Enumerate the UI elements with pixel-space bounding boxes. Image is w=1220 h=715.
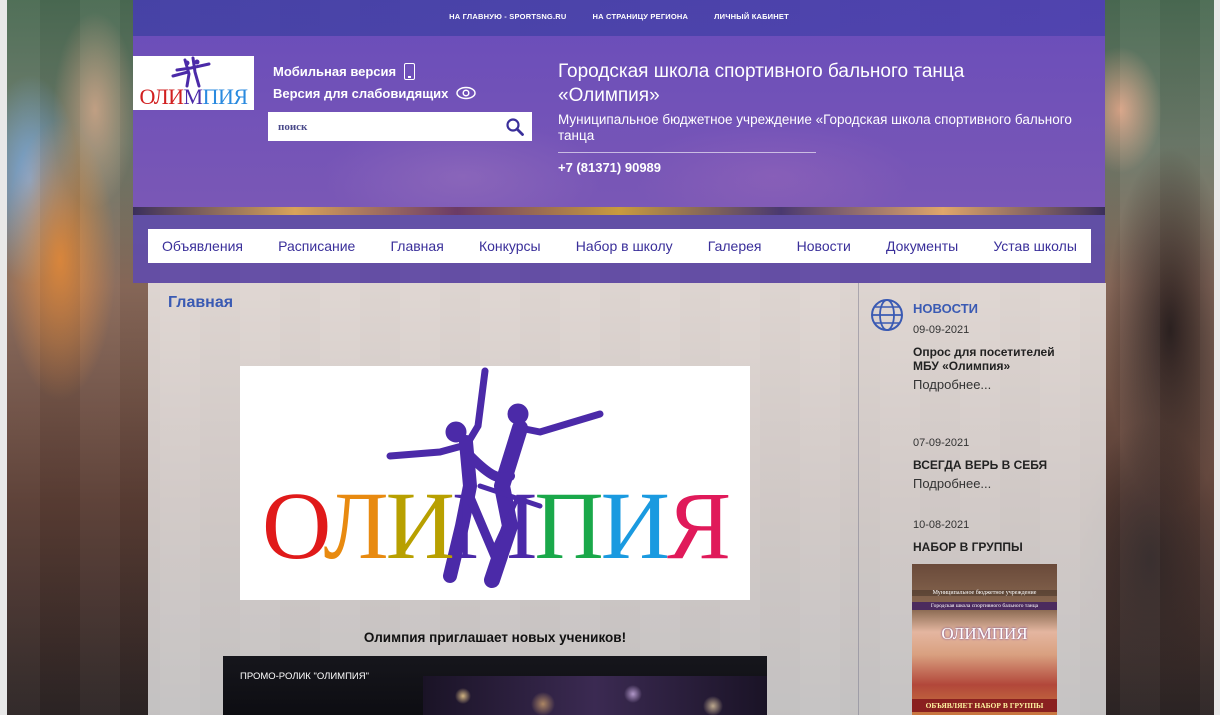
low-vision-link[interactable]: Версия для слабовидящих bbox=[273, 82, 477, 104]
nav-item-enrollment[interactable]: Набор в школу bbox=[576, 238, 673, 254]
news-title[interactable]: ВСЕГДА ВЕРЬ В СЕБЯ bbox=[913, 458, 1063, 472]
window-border-right bbox=[1214, 0, 1220, 715]
news-date: 10-08-2021 bbox=[913, 519, 970, 531]
promo-video-player[interactable]: ПРОМО-РОЛИК "ОЛИМПИЯ" bbox=[223, 656, 767, 715]
mobile-version-label: Мобильная версия bbox=[273, 63, 397, 79]
eye-icon bbox=[456, 86, 477, 100]
thumb-logo: ОЛИМПИЯ bbox=[941, 624, 1028, 643]
main-logo-image: ОЛИМПИЯ bbox=[240, 366, 750, 600]
globe-icon bbox=[871, 299, 903, 331]
nav-item-documents[interactable]: Документы bbox=[886, 238, 958, 254]
nav-item-schedule[interactable]: Расписание bbox=[278, 238, 355, 254]
header-decor-strip bbox=[133, 207, 1105, 215]
top-links-bar: НА ГЛАВНУЮ - SPORTSNG.RU НА СТРАНИЦУ РЕГ… bbox=[133, 0, 1105, 36]
nav-item-competitions[interactable]: Конкурсы bbox=[479, 238, 541, 254]
title-divider bbox=[558, 152, 816, 153]
news-title[interactable]: НАБОР В ГРУППЫ bbox=[913, 540, 1063, 554]
mobile-version-link[interactable]: Мобильная версия bbox=[273, 60, 476, 82]
nav-item-home[interactable]: Главная bbox=[390, 238, 443, 254]
nav-item-gallery[interactable]: Галерея bbox=[708, 238, 762, 254]
news-date: 07-09-2021 bbox=[913, 437, 970, 449]
thumb-caption-bottom: ОБЪЯВЛЯЕТ НАБОР В ГРУППЫ bbox=[912, 699, 1057, 712]
video-thumbnail bbox=[423, 676, 767, 715]
thumb-caption-mid: Городская школа спортивного бального тан… bbox=[912, 602, 1057, 610]
invite-caption: Олимпия приглашает новых учеников! bbox=[363, 630, 627, 645]
site-subtitle: Муниципальное бюджетное учреждение «Горо… bbox=[558, 112, 1072, 143]
thumb-caption-top: Муниципальное бюджетное учреждение bbox=[912, 590, 1057, 596]
news-date: 09-09-2021 bbox=[913, 324, 970, 336]
news-more-link[interactable]: Подробнее... bbox=[913, 377, 1063, 392]
search-button[interactable] bbox=[498, 112, 532, 141]
phone-number[interactable]: +7 (81371) 90989 bbox=[558, 160, 1088, 175]
main-logo-wordmark: ОЛИМПИЯ bbox=[261, 472, 731, 579]
video-title: ПРОМО-РОЛИК "ОЛИМПИЯ" bbox=[240, 671, 369, 682]
site-logo[interactable]: ОЛИМПИЯ bbox=[133, 56, 254, 110]
news-more-link[interactable]: Подробнее... bbox=[913, 476, 1063, 491]
news-item: 10-08-2021 НАБОР В ГРУППЫ bbox=[913, 519, 1063, 554]
site-title-line1: Городская школа спортивного бального тан… bbox=[558, 61, 965, 82]
site-title-line2: «Олимпия» bbox=[558, 85, 660, 106]
low-vision-label: Версия для слабовидящих bbox=[273, 85, 449, 101]
nav-item-news[interactable]: Новости bbox=[797, 238, 851, 254]
page-title: Главная bbox=[168, 294, 234, 311]
news-heading[interactable]: НОВОСТИ bbox=[913, 301, 978, 316]
mobile-phone-icon bbox=[404, 62, 416, 80]
link-personal-cabinet[interactable]: ЛИЧНЫЙ КАБИНЕТ bbox=[714, 12, 789, 21]
search-icon bbox=[506, 117, 524, 136]
main-nav: Объявления Расписание Главная Конкурсы Н… bbox=[148, 229, 1091, 263]
accessibility-links: Мобильная версия Версия для слабовидящих bbox=[273, 60, 477, 104]
window-border-left bbox=[0, 0, 7, 715]
link-sportsng-home[interactable]: НА ГЛАВНУЮ - SPORTSNG.RU bbox=[449, 12, 566, 21]
search-input[interactable] bbox=[268, 111, 498, 142]
news-item: 07-09-2021 ВСЕГДА ВЕРЬ В СЕБЯ Подробнее.… bbox=[913, 437, 1063, 491]
news-thumbnail-image[interactable]: Муниципальное бюджетное учреждение Город… bbox=[912, 564, 1057, 715]
nav-item-announcements[interactable]: Объявления bbox=[162, 238, 243, 254]
link-region-page[interactable]: НА СТРАНИЦУ РЕГИОНА bbox=[593, 12, 689, 21]
nav-item-charter[interactable]: Устав школы bbox=[993, 238, 1077, 254]
site-title-block: Городская школа спортивного бального тан… bbox=[558, 60, 1088, 175]
news-item: 09-09-2021 Опрос для посетителей МБУ «Ол… bbox=[913, 324, 1063, 392]
search-box bbox=[268, 111, 532, 142]
news-title[interactable]: Опрос для посетителей МБУ «Олимпия» bbox=[913, 345, 1063, 373]
logo-wordmark: ОЛИМПИЯ bbox=[139, 84, 248, 109]
